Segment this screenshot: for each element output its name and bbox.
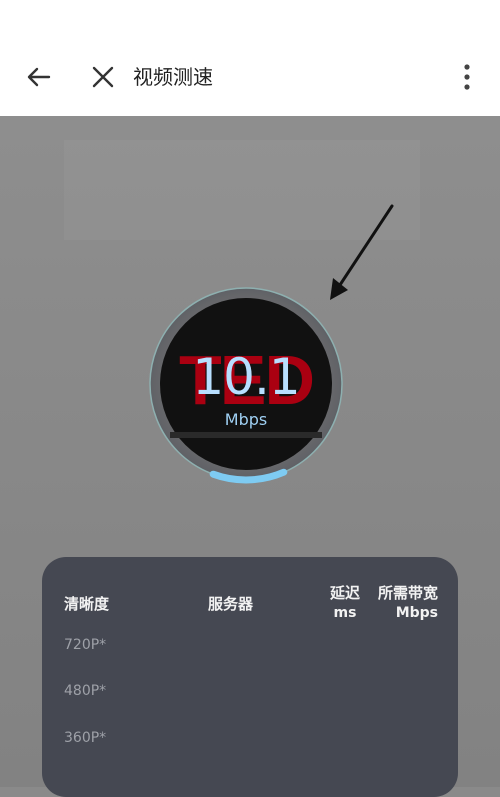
close-button[interactable] bbox=[86, 60, 120, 94]
column-resolution: 清晰度 bbox=[64, 595, 110, 613]
result-row-480p: 480P* bbox=[64, 683, 107, 699]
column-latency: 延迟 ms bbox=[328, 582, 362, 621]
app-bar: 视频测速 bbox=[0, 0, 500, 117]
column-latency-label: 延迟 bbox=[329, 584, 360, 602]
results-panel: 清晰度 服务器 延迟 ms 所需带宽 Mbps 720P* 480P* 360P… bbox=[42, 557, 458, 797]
speed-gauge: TED 10.1 Mbps bbox=[148, 286, 344, 496]
column-latency-unit: ms bbox=[333, 605, 357, 621]
more-vert-icon bbox=[464, 64, 470, 90]
speed-value: 10.1 bbox=[192, 348, 300, 406]
page-title: 视频测速 bbox=[133, 65, 213, 89]
more-options-button[interactable] bbox=[452, 60, 482, 94]
speed-unit: Mbps bbox=[224, 410, 268, 429]
column-bandwidth-unit: Mbps bbox=[395, 605, 438, 621]
column-bandwidth-label: 所需带宽 bbox=[377, 584, 438, 602]
back-arrow-icon bbox=[27, 67, 51, 87]
result-row-720p: 720P* bbox=[64, 637, 107, 653]
result-row-360p: 360P* bbox=[64, 730, 107, 746]
close-icon bbox=[92, 66, 114, 88]
column-bandwidth: 所需带宽 Mbps bbox=[368, 582, 438, 621]
back-button[interactable] bbox=[22, 60, 56, 94]
column-server: 服务器 bbox=[208, 595, 254, 613]
